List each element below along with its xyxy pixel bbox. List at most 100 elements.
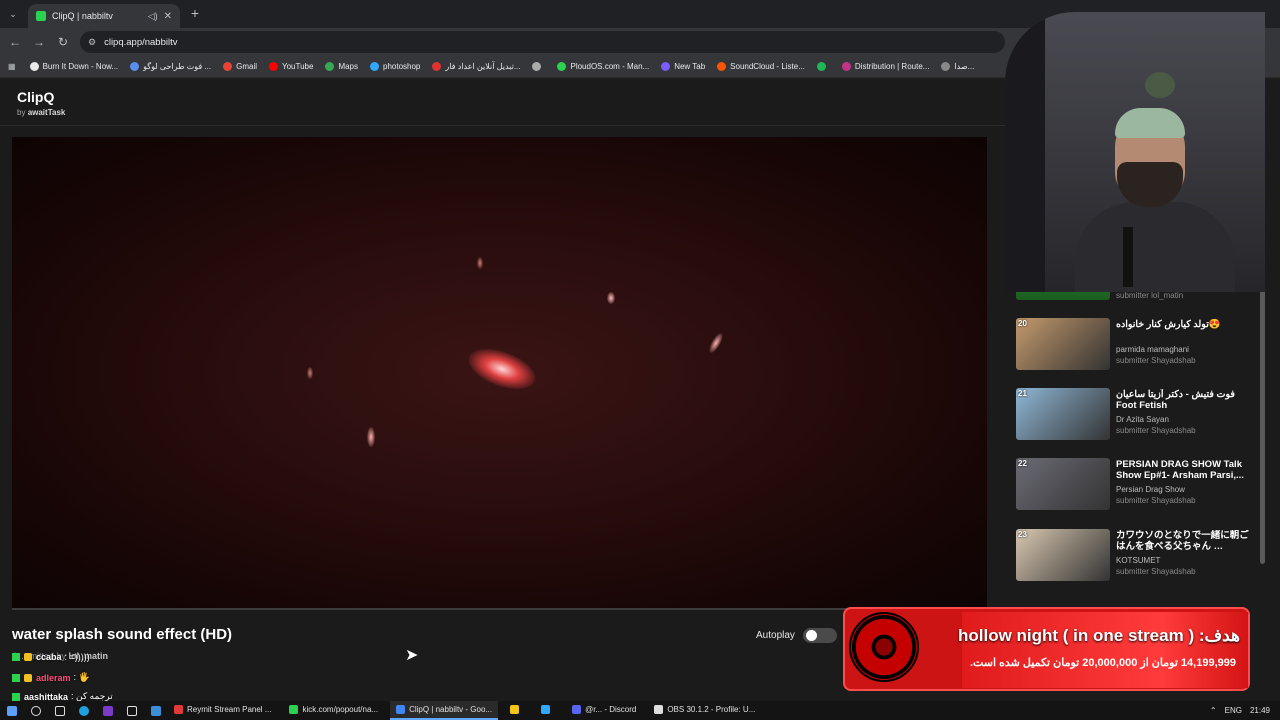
clock[interactable]: 21:49 — [1250, 706, 1270, 715]
app-title[interactable]: ClipQ — [17, 89, 54, 105]
apps-grid-icon[interactable]: ▦ — [8, 62, 16, 71]
bookmark-item[interactable]: Maps — [325, 62, 358, 71]
queue-position: 21 — [1018, 389, 1027, 398]
bookmark-item[interactable]: صدا... — [941, 62, 974, 71]
new-tab-button[interactable]: + — [187, 5, 203, 21]
bookmark-item[interactable]: Burn It Down - Now... — [29, 62, 118, 71]
queue-submitter: submitter Shayadshab — [1116, 426, 1196, 435]
bookmark-favicon-icon — [816, 62, 826, 71]
bookmark-item[interactable]: تبدیل آنلاین اعداد فار... — [432, 62, 520, 71]
tab-search-icon[interactable]: ⌄ — [6, 7, 20, 21]
queue-submitter: submitter lol_matin — [1116, 291, 1184, 300]
queue-position: 20 — [1018, 319, 1027, 328]
chat-username: aashittaka — [24, 691, 69, 702]
video-player[interactable] — [12, 137, 987, 608]
mouse-cursor-icon: ➤ — [405, 647, 419, 664]
tray-chevron-icon[interactable]: ⌃ — [1210, 706, 1217, 715]
edge-icon[interactable] — [79, 705, 89, 716]
tab-audio-icon[interactable]: ◁) — [148, 11, 158, 22]
bookmark-favicon-icon — [941, 62, 951, 71]
tab-title: ClipQ | nabbiltv — [52, 11, 113, 21]
bookmark-item[interactable]: New Tab — [661, 62, 705, 71]
app-icon[interactable] — [127, 705, 137, 716]
queue-scrollbar[interactable] — [1260, 280, 1265, 564]
queue-channel: Persian Drag Show — [1116, 485, 1185, 494]
search-icon[interactable] — [31, 705, 41, 716]
system-tray: ⌃ ENG 21:49 — [1202, 701, 1270, 720]
queue-submitter: submitter Shayadshab — [1116, 356, 1196, 365]
queue-item[interactable]: 21 فوت فتیش - دکتر آزیتا ساعیان Foot Feti… — [1016, 388, 1256, 448]
app-icon[interactable] — [151, 705, 161, 716]
bookmark-favicon-icon — [325, 62, 335, 71]
webcam-overlay — [1005, 12, 1265, 292]
taskbar-app-icon — [572, 705, 582, 714]
bookmark-item[interactable]: فوت طراحی لوگو ... — [130, 62, 211, 71]
taskbar-app[interactable]: kick.com/popout/na... — [283, 701, 384, 720]
start-icon[interactable] — [7, 705, 17, 716]
queue-channel: Dr Azita Sayan — [1116, 415, 1169, 424]
bookmark-label: PloudOS.com - Man... — [570, 62, 650, 71]
taskbar-app-icon — [174, 705, 183, 714]
taskbar-app[interactable] — [535, 701, 560, 720]
bookmark-item[interactable]: Distribution | Route... — [841, 62, 930, 71]
site-info-icon[interactable]: ⚙ — [88, 37, 96, 48]
taskbar-app[interactable]: OBS 30.1.2 - Profile: U... — [648, 701, 761, 720]
back-arrow-icon[interactable]: ← — [7, 34, 23, 50]
bookmark-favicon-icon — [557, 62, 567, 71]
bookmark-item[interactable]: PloudOS.com - Man... — [557, 62, 649, 71]
taskbar-app[interactable]: ClipQ | nabbiltv - Goo... — [390, 701, 499, 720]
bookmark-item[interactable]: photoshop — [370, 62, 420, 71]
bookmark-item[interactable] — [816, 62, 830, 71]
bookmark-label: photoshop — [383, 62, 421, 71]
taskbar-apps: Reymit Stream Panel ... kick.com/popout/n… — [168, 701, 767, 720]
chat-username: adleram — [36, 672, 71, 683]
taskbar-app[interactable] — [504, 701, 529, 720]
sharingan-logo-icon — [849, 612, 919, 682]
taskbar-app-icon — [396, 705, 406, 714]
taskbar-app-icon — [654, 705, 664, 714]
bookmark-item[interactable]: YouTube — [269, 62, 313, 71]
taskbar-app-icon — [289, 705, 299, 714]
taskbar-app[interactable]: Reymit Stream Panel ... — [168, 701, 277, 720]
video-frame-droplet — [367, 427, 375, 447]
queue-item[interactable]: 23 カワウソのとなりで一緒に朝ごはんを食べる父ちゃん … KOTSUMET subm… — [1016, 529, 1256, 589]
taskbar-app-icon — [541, 705, 551, 714]
r-app-icon[interactable] — [103, 705, 113, 716]
bookmark-item[interactable]: SoundCloud - Liste... — [717, 62, 805, 71]
taskbar-app[interactable]: @r... - Discord — [566, 701, 642, 720]
forward-arrow-icon[interactable]: → — [31, 34, 47, 50]
bookmark-label: Maps — [338, 62, 358, 71]
bookmark-item[interactable]: Gmail — [223, 62, 257, 71]
queue-channel: parmida mamaghani — [1116, 345, 1189, 354]
autoplay-toggle-knob — [806, 630, 817, 641]
task-view-icon[interactable] — [55, 705, 65, 716]
bookmark-label: فوت طراحی لوگو ... — [143, 62, 212, 71]
chat-badge-icon — [12, 653, 20, 661]
queue-thumbnail: 22 — [1016, 458, 1110, 510]
language-indicator[interactable]: ENG — [1225, 706, 1242, 715]
address-url: clipq.app/nabbiltv — [104, 36, 178, 48]
queue-item[interactable]: 20 تولد کیارش کنار خانواده😍 parmida mamagh… — [1016, 318, 1256, 378]
bookmark-item[interactable] — [532, 62, 545, 71]
reload-icon[interactable]: ↻ — [55, 34, 71, 50]
bookmark-favicon-icon — [532, 62, 542, 71]
browser-tab-active[interactable]: ClipQ | nabbiltv ◁) ✕ — [28, 4, 180, 28]
bookmark-label: YouTube — [282, 62, 314, 71]
tab-close-icon[interactable]: ✕ — [164, 11, 172, 22]
byline-author[interactable]: awaitTask — [28, 108, 66, 117]
address-bar[interactable]: ⚙ clipq.app/nabbiltv — [80, 31, 1005, 53]
queue-item[interactable]: 22 PERSIAN DRAG SHOW Talk Show Ep#1- Arsh… — [1016, 458, 1256, 518]
chat-text: : =))))) — [64, 652, 90, 662]
video-progress-bar[interactable] — [12, 608, 987, 610]
bookmark-label: Distribution | Route... — [854, 62, 930, 71]
chat-message: ccaba : =))))) — [12, 652, 90, 662]
video-frame-droplet — [307, 367, 313, 379]
taskbar-app-label: Reymit Stream Panel ... — [187, 705, 272, 714]
chat-text: : 🖐 — [73, 672, 90, 682]
video-frame-droplet — [477, 257, 483, 269]
queue-channel: KOTSUMET — [1116, 556, 1161, 565]
queue-title: カワウソのとなりで一緒に朝ごはんを食べる父ちゃん … — [1116, 530, 1249, 552]
bookmark-favicon-icon — [661, 62, 671, 71]
bookmark-list: Burn It Down - Now... فوت طراحی لوگو ... G… — [29, 62, 987, 71]
taskbar-app-label: OBS 30.1.2 - Profile: U... — [667, 705, 756, 714]
